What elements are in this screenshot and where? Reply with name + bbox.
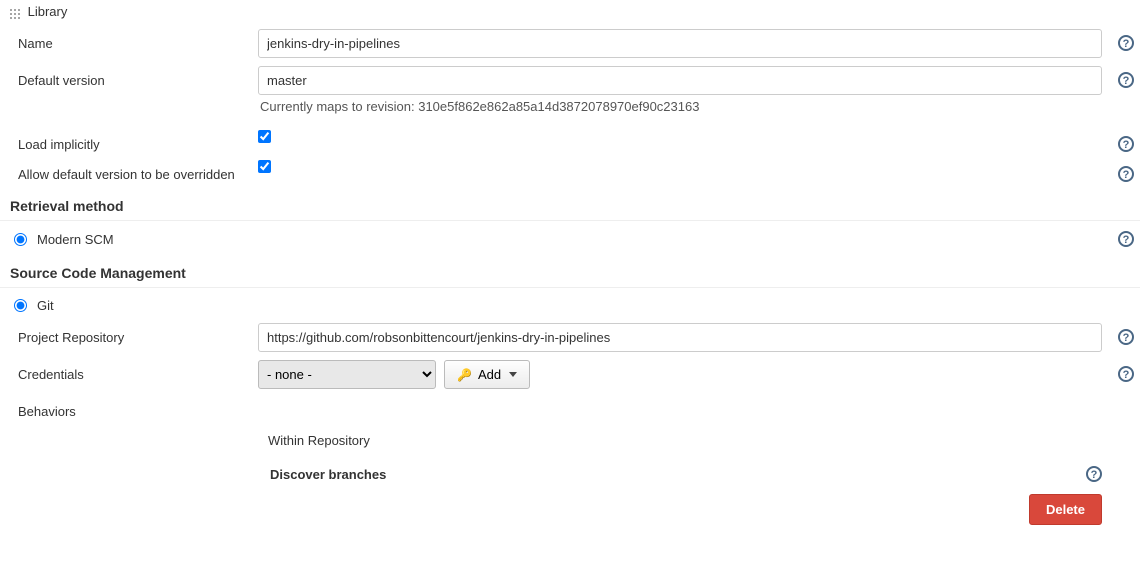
modern-scm-radio[interactable] <box>14 233 27 246</box>
git-radio[interactable] <box>14 299 27 312</box>
scm-header: Source Code Management <box>0 253 1140 288</box>
project-repository-label: Project Repository <box>0 323 258 345</box>
svg-text:?: ? <box>1123 369 1130 381</box>
load-implicitly-label: Load implicitly <box>0 130 258 152</box>
name-label: Name <box>0 29 258 51</box>
drag-icon[interactable] <box>8 7 20 19</box>
behaviors-label: Behaviors <box>0 397 258 419</box>
help-icon[interactable]: ? <box>1118 329 1134 345</box>
svg-text:?: ? <box>1123 139 1130 151</box>
help-icon[interactable]: ? <box>1118 366 1134 382</box>
svg-text:?: ? <box>1123 75 1130 87</box>
revision-mapping-text: Currently maps to revision: 310e5f862e86… <box>258 95 1102 122</box>
svg-text:?: ? <box>1123 169 1130 181</box>
svg-text:?: ? <box>1091 469 1098 481</box>
chevron-down-icon <box>509 372 517 377</box>
project-repository-input[interactable] <box>258 323 1102 352</box>
within-repository-label: Within Repository <box>258 423 1102 462</box>
allow-override-checkbox[interactable] <box>258 160 271 173</box>
retrieval-method-header: Retrieval method <box>0 186 1140 221</box>
delete-button[interactable]: Delete <box>1029 494 1102 525</box>
discover-branches-label: Discover branches <box>258 467 1086 482</box>
help-icon[interactable]: ? <box>1086 466 1102 482</box>
name-input[interactable] <box>258 29 1102 58</box>
add-button-label: Add <box>478 367 501 382</box>
svg-text:?: ? <box>1123 38 1130 50</box>
help-icon[interactable]: ? <box>1118 136 1134 152</box>
help-icon[interactable]: ? <box>1118 35 1134 51</box>
git-label: Git <box>37 298 54 313</box>
allow-override-label: Allow default version to be overridden <box>0 160 258 182</box>
library-title-text: Library <box>28 4 68 19</box>
credentials-label: Credentials <box>0 360 258 382</box>
svg-text:?: ? <box>1123 234 1130 246</box>
default-version-label: Default version <box>0 66 258 88</box>
default-version-input[interactable] <box>258 66 1102 95</box>
help-icon[interactable]: ? <box>1118 231 1134 247</box>
add-credentials-button[interactable]: 🔑 Add <box>444 360 530 389</box>
svg-text:?: ? <box>1123 332 1130 344</box>
help-icon[interactable]: ? <box>1118 166 1134 182</box>
modern-scm-label: Modern SCM <box>37 232 114 247</box>
library-header: Library <box>0 0 1140 25</box>
load-implicitly-checkbox[interactable] <box>258 130 271 143</box>
credentials-select[interactable]: - none - <box>258 360 436 389</box>
key-icon: 🔑 <box>457 368 472 382</box>
help-icon[interactable]: ? <box>1118 72 1134 88</box>
